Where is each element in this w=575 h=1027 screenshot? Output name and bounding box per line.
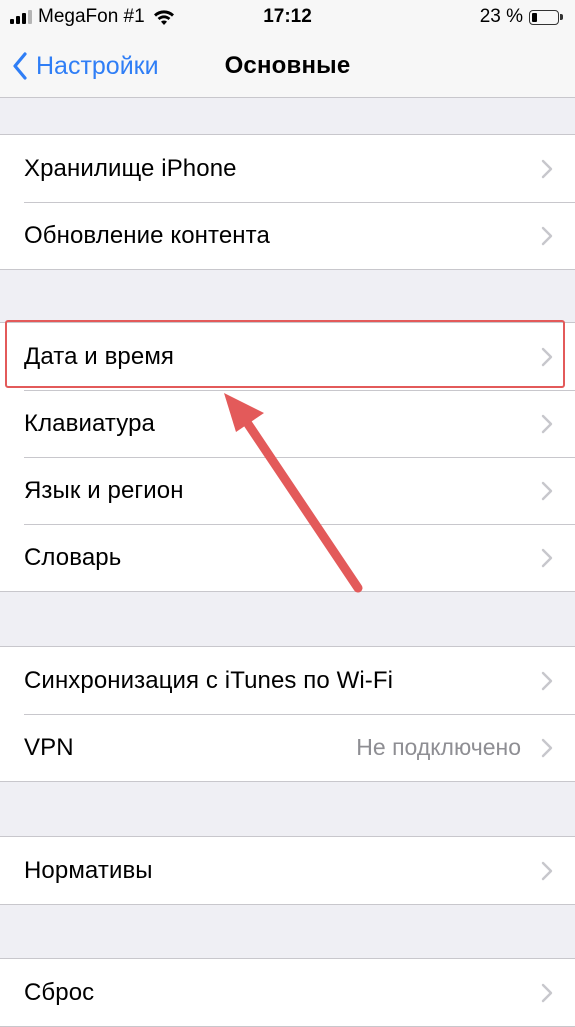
settings-group-locale: Дата и время Клавиатура Язык и регион Сл…	[0, 322, 575, 592]
row-label: Обновление контента	[24, 221, 270, 249]
chevron-right-icon	[541, 481, 553, 500]
chevron-right-icon	[541, 414, 553, 433]
settings-group-regulatory: Нормативы	[0, 836, 575, 905]
settings-group-reset: Сброс	[0, 958, 575, 1027]
navigation-bar: Основные Настройки	[0, 34, 575, 98]
row-label: Хранилище iPhone	[24, 154, 237, 182]
battery-fill	[532, 12, 537, 22]
chevron-left-icon	[13, 52, 27, 80]
row-vpn[interactable]: VPN Не подключено	[0, 714, 575, 781]
chevron-right-icon	[541, 159, 553, 178]
row-label: Клавиатура	[24, 409, 155, 437]
battery-percent: 23 %	[479, 6, 523, 27]
row-date-time[interactable]: Дата и время	[0, 323, 575, 390]
row-label: Язык и регион	[24, 476, 184, 504]
battery-tip	[560, 14, 563, 20]
row-label: Сброс	[24, 978, 95, 1006]
row-language-region[interactable]: Язык и регион	[0, 457, 575, 524]
chevron-right-icon	[541, 861, 553, 880]
row-regulatory[interactable]: Нормативы	[0, 837, 575, 904]
row-itunes-wifi-sync[interactable]: Синхронизация с iTunes по Wi-Fi	[0, 647, 575, 714]
chevron-right-icon	[541, 671, 553, 690]
back-button[interactable]: Настройки	[12, 34, 159, 98]
row-label: VPN	[24, 733, 74, 761]
row-keyboard[interactable]: Клавиатура	[0, 390, 575, 457]
battery-icon	[529, 9, 559, 25]
row-dictionary[interactable]: Словарь	[0, 524, 575, 591]
row-label: Дата и время	[24, 342, 175, 370]
settings-group-network: Синхронизация с iTunes по Wi-Fi VPN Не п…	[0, 646, 575, 782]
status-bar: MegaFon #1 17:12 23 %	[0, 0, 575, 34]
row-label: Нормативы	[24, 856, 153, 884]
settings-group-storage: Хранилище iPhone Обновление контента	[0, 134, 575, 270]
chevron-right-icon	[541, 983, 553, 1002]
row-background-app-refresh[interactable]: Обновление контента	[0, 202, 575, 269]
row-reset[interactable]: Сброс	[0, 959, 575, 1026]
back-button-label: Настройки	[36, 51, 159, 80]
chevron-right-icon	[541, 347, 553, 366]
row-iphone-storage[interactable]: Хранилище iPhone	[0, 135, 575, 202]
chevron-right-icon	[541, 738, 553, 757]
chevron-right-icon	[541, 226, 553, 245]
row-label: Синхронизация с iTunes по Wi-Fi	[24, 666, 394, 694]
chevron-right-icon	[541, 548, 553, 567]
row-label: Словарь	[24, 543, 122, 571]
vpn-status-value: Не подключено	[356, 734, 521, 760]
status-right: 23 %	[480, 6, 563, 28]
